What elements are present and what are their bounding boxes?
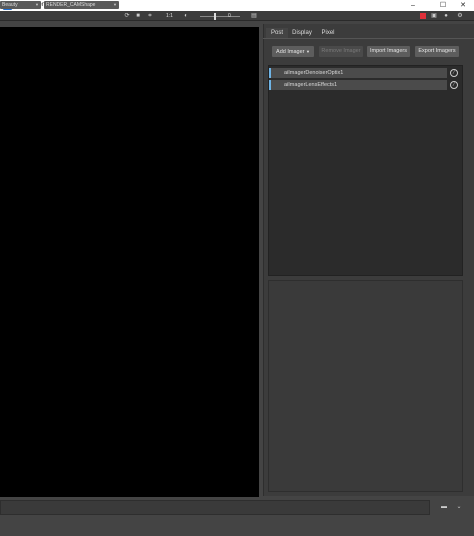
- export-imagers-button[interactable]: Export Imagers: [415, 46, 459, 57]
- chevron-down-icon: ▼: [113, 2, 117, 7]
- camera-value: RENDER_CAMShape: [46, 2, 96, 8]
- import-imagers-button[interactable]: Import Imagers: [367, 46, 410, 57]
- maximize-button[interactable]: ☐: [432, 0, 454, 11]
- disable-icon[interactable]: ⁄: [450, 69, 458, 77]
- storage-icon[interactable]: ▤: [250, 12, 258, 20]
- stop-icon[interactable]: ■: [134, 12, 142, 20]
- exposure-value[interactable]: 0: [228, 12, 231, 20]
- aov-dropdown[interactable]: Beauty ▼: [0, 1, 41, 9]
- zoom-ratio[interactable]: 1:1: [166, 12, 173, 20]
- imager-list: [268, 65, 463, 276]
- tab-post[interactable]: Post: [266, 28, 288, 38]
- imager-properties-area: [268, 280, 463, 492]
- camera-dropdown[interactable]: RENDER_CAMShape ▼: [44, 1, 119, 9]
- snapshot-icon[interactable]: ▬: [439, 503, 449, 512]
- add-imager-button[interactable]: Add Imager ▼: [272, 46, 314, 57]
- tab-pixel[interactable]: Pixel: [316, 28, 340, 38]
- imager-name: aiImagerLensEffects1: [284, 82, 338, 88]
- chevron-down-icon: ▼: [306, 49, 310, 54]
- red-flag-icon[interactable]: [420, 13, 426, 19]
- imager-name: aiImagerDenoiserOptix1: [284, 70, 344, 76]
- aov-value: Beauty: [2, 2, 18, 8]
- disable-icon[interactable]: ⁄: [450, 81, 458, 89]
- exposure-slider-handle[interactable]: [214, 13, 216, 20]
- rgb-icon[interactable]: ●: [442, 12, 450, 20]
- tab-display[interactable]: Display: [288, 28, 316, 38]
- close-button[interactable]: ✕: [452, 0, 474, 11]
- remove-imager-button[interactable]: Remove Imager: [319, 46, 363, 57]
- lock-icon[interactable]: ▣: [430, 12, 438, 20]
- render-viewport[interactable]: [0, 27, 259, 497]
- crop-icon[interactable]: ⌗: [146, 12, 154, 20]
- minimize-button[interactable]: –: [402, 0, 424, 11]
- exposure-icon: ◐: [184, 13, 188, 19]
- status-bar: [0, 500, 430, 515]
- chevron-down-icon[interactable]: ⌄: [454, 503, 464, 512]
- add-imager-label: Add Imager: [276, 49, 305, 55]
- chevron-down-icon: ▼: [35, 2, 39, 7]
- tab-divider: [263, 38, 474, 39]
- refresh-icon[interactable]: ⟳: [123, 12, 131, 20]
- gear-icon[interactable]: ⚙: [456, 12, 464, 20]
- exposure-slider-track[interactable]: [200, 16, 240, 17]
